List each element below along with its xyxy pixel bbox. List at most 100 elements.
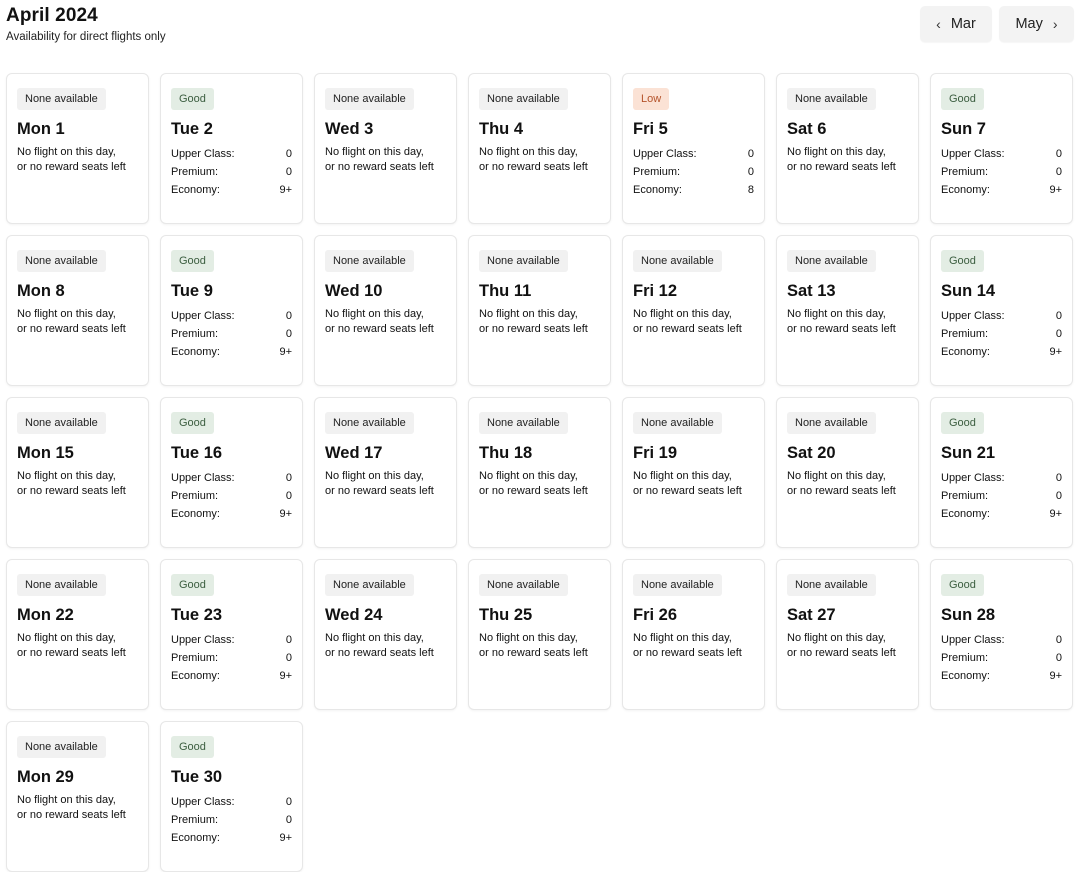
status-badge: None available bbox=[787, 88, 876, 110]
economy-value: 8 bbox=[747, 184, 754, 196]
day-card-1[interactable]: None available Mon 1 No flight on this d… bbox=[6, 73, 149, 224]
premium-value: 0 bbox=[747, 166, 754, 178]
day-card-2[interactable]: Good Tue 2 Upper Class: 0 Premium: 0 Eco… bbox=[160, 73, 303, 224]
day-card-17[interactable]: None available Wed 17 No flight on this … bbox=[314, 397, 457, 548]
economy-label: Economy: bbox=[941, 346, 990, 358]
day-card-28[interactable]: Good Sun 28 Upper Class: 0 Premium: 0 Ec… bbox=[930, 559, 1073, 710]
day-card-7[interactable]: Good Sun 7 Upper Class: 0 Premium: 0 Eco… bbox=[930, 73, 1073, 224]
no-flight-line-1: No flight on this day, bbox=[325, 470, 424, 482]
seat-availability: Upper Class: 0 Premium: 0 Economy: 8 bbox=[633, 145, 754, 199]
seat-availability: Upper Class: 0 Premium: 0 Economy: 9+ bbox=[941, 469, 1062, 523]
premium-label: Premium: bbox=[941, 328, 989, 340]
day-label: Sun 21 bbox=[941, 444, 996, 462]
day-card-6[interactable]: None available Sat 6 No flight on this d… bbox=[776, 73, 919, 224]
no-flight-message: No flight on this day, or no reward seat… bbox=[633, 631, 754, 660]
economy-label: Economy: bbox=[633, 184, 682, 196]
no-flight-message: No flight on this day, or no reward seat… bbox=[479, 145, 600, 174]
day-card-21[interactable]: Good Sun 21 Upper Class: 0 Premium: 0 Ec… bbox=[930, 397, 1073, 548]
status-badge: None available bbox=[325, 412, 414, 434]
premium-label: Premium: bbox=[171, 814, 219, 826]
day-card-4[interactable]: None available Thu 4 No flight on this d… bbox=[468, 73, 611, 224]
economy-row: Economy: 9+ bbox=[171, 343, 292, 361]
economy-label: Economy: bbox=[941, 670, 990, 682]
premium-value: 0 bbox=[1055, 490, 1062, 502]
status-badge: None available bbox=[325, 574, 414, 596]
no-flight-line-1: No flight on this day, bbox=[479, 146, 578, 158]
economy-value: 9+ bbox=[279, 670, 292, 682]
no-flight-line-1: No flight on this day, bbox=[17, 470, 116, 482]
day-card-18[interactable]: None available Thu 18 No flight on this … bbox=[468, 397, 611, 548]
day-card-26[interactable]: None available Fri 26 No flight on this … bbox=[622, 559, 765, 710]
no-flight-message: No flight on this day, or no reward seat… bbox=[325, 631, 446, 660]
calendar-header: April 2024 Availability for direct fligh… bbox=[6, 4, 1074, 54]
day-card-12[interactable]: None available Fri 12 No flight on this … bbox=[622, 235, 765, 386]
upper-class-row: Upper Class: 0 bbox=[941, 469, 1062, 487]
no-flight-line-1: No flight on this day, bbox=[17, 308, 116, 320]
day-card-3[interactable]: None available Wed 3 No flight on this d… bbox=[314, 73, 457, 224]
premium-row: Premium: 0 bbox=[171, 487, 292, 505]
no-flight-message: No flight on this day, or no reward seat… bbox=[325, 469, 446, 498]
status-badge: None available bbox=[479, 574, 568, 596]
day-label: Mon 8 bbox=[17, 282, 65, 300]
no-flight-line-2: or no reward seats left bbox=[479, 646, 588, 659]
day-card-5[interactable]: Low Fri 5 Upper Class: 0 Premium: 0 Econ… bbox=[622, 73, 765, 224]
day-card-29[interactable]: None available Mon 29 No flight on this … bbox=[6, 721, 149, 872]
day-card-10[interactable]: None available Wed 10 No flight on this … bbox=[314, 235, 457, 386]
no-flight-line-1: No flight on this day, bbox=[325, 632, 424, 644]
day-card-19[interactable]: None available Fri 19 No flight on this … bbox=[622, 397, 765, 548]
day-card-11[interactable]: None available Thu 11 No flight on this … bbox=[468, 235, 611, 386]
status-badge: None available bbox=[17, 736, 106, 758]
economy-row: Economy: 9+ bbox=[941, 667, 1062, 685]
premium-label: Premium: bbox=[171, 166, 219, 178]
day-card-30[interactable]: Good Tue 30 Upper Class: 0 Premium: 0 Ec… bbox=[160, 721, 303, 872]
no-flight-line-1: No flight on this day, bbox=[479, 470, 578, 482]
day-card-27[interactable]: None available Sat 27 No flight on this … bbox=[776, 559, 919, 710]
day-card-25[interactable]: None available Thu 25 No flight on this … bbox=[468, 559, 611, 710]
seat-availability: Upper Class: 0 Premium: 0 Economy: 9+ bbox=[171, 145, 292, 199]
no-flight-line-2: or no reward seats left bbox=[479, 484, 588, 497]
day-card-16[interactable]: Good Tue 16 Upper Class: 0 Premium: 0 Ec… bbox=[160, 397, 303, 548]
economy-label: Economy: bbox=[941, 508, 990, 520]
economy-row: Economy: 9+ bbox=[171, 829, 292, 847]
premium-row: Premium: 0 bbox=[171, 163, 292, 181]
upper-class-row: Upper Class: 0 bbox=[171, 145, 292, 163]
premium-row: Premium: 0 bbox=[941, 649, 1062, 667]
day-card-20[interactable]: None available Sat 20 No flight on this … bbox=[776, 397, 919, 548]
no-flight-line-2: or no reward seats left bbox=[633, 646, 742, 659]
day-card-8[interactable]: None available Mon 8 No flight on this d… bbox=[6, 235, 149, 386]
day-card-22[interactable]: None available Mon 22 No flight on this … bbox=[6, 559, 149, 710]
day-card-23[interactable]: Good Tue 23 Upper Class: 0 Premium: 0 Ec… bbox=[160, 559, 303, 710]
day-card-24[interactable]: None available Wed 24 No flight on this … bbox=[314, 559, 457, 710]
premium-value: 0 bbox=[1055, 652, 1062, 664]
next-month-button[interactable]: May › bbox=[999, 6, 1074, 42]
day-card-14[interactable]: Good Sun 14 Upper Class: 0 Premium: 0 Ec… bbox=[930, 235, 1073, 386]
day-label: Tue 16 bbox=[171, 444, 223, 462]
economy-row: Economy: 8 bbox=[633, 181, 754, 199]
upper-class-value: 0 bbox=[747, 148, 754, 160]
day-label: Sat 27 bbox=[787, 606, 836, 624]
premium-value: 0 bbox=[285, 814, 292, 826]
prev-month-button[interactable]: ‹ Mar bbox=[920, 6, 992, 42]
page-title: April 2024 bbox=[6, 5, 98, 26]
day-card-15[interactable]: None available Mon 15 No flight on this … bbox=[6, 397, 149, 548]
no-flight-message: No flight on this day, or no reward seat… bbox=[17, 631, 138, 660]
economy-value: 9+ bbox=[1049, 184, 1062, 196]
day-label: Sat 20 bbox=[787, 444, 836, 462]
day-card-13[interactable]: None available Sat 13 No flight on this … bbox=[776, 235, 919, 386]
day-card-9[interactable]: Good Tue 9 Upper Class: 0 Premium: 0 Eco… bbox=[160, 235, 303, 386]
no-flight-message: No flight on this day, or no reward seat… bbox=[17, 469, 138, 498]
seat-availability: Upper Class: 0 Premium: 0 Economy: 9+ bbox=[171, 307, 292, 361]
upper-class-label: Upper Class: bbox=[171, 310, 235, 322]
upper-class-value: 0 bbox=[285, 148, 292, 160]
day-label: Sat 6 bbox=[787, 120, 827, 138]
status-badge: None available bbox=[479, 250, 568, 272]
upper-class-value: 0 bbox=[285, 310, 292, 322]
day-label: Mon 29 bbox=[17, 768, 74, 786]
economy-row: Economy: 9+ bbox=[171, 505, 292, 523]
premium-label: Premium: bbox=[941, 166, 989, 178]
no-flight-line-2: or no reward seats left bbox=[787, 160, 896, 173]
status-badge: Good bbox=[171, 574, 214, 596]
no-flight-message: No flight on this day, or no reward seat… bbox=[479, 307, 600, 336]
no-flight-message: No flight on this day, or no reward seat… bbox=[325, 307, 446, 336]
premium-row: Premium: 0 bbox=[941, 487, 1062, 505]
